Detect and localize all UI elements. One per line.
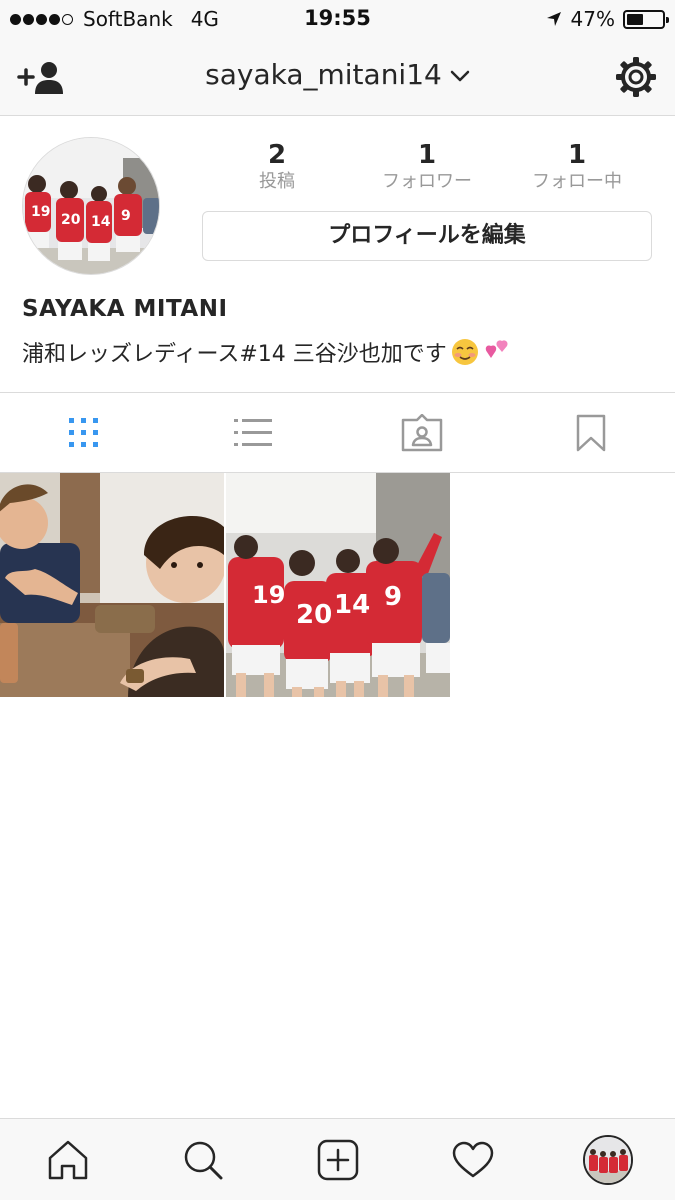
status-right: 47% [545, 7, 669, 31]
battery-icon [623, 9, 669, 29]
tab-home[interactable] [0, 1119, 135, 1200]
following-count: 1 [567, 140, 587, 170]
svg-text:20: 20 [61, 212, 81, 228]
new-post-icon [317, 1139, 358, 1180]
post-thumbnail-1[interactable] [0, 473, 224, 697]
status-bar: SoftBank 4G 19:55 47% [0, 0, 675, 40]
two-hearts-emoji-icon [485, 340, 508, 358]
profile-avatar[interactable]: 19 20 14 9 [22, 137, 160, 275]
display-name: SAYAKA MITANI [22, 296, 228, 322]
tab-grid[interactable] [0, 393, 169, 472]
tab-saved[interactable] [506, 393, 675, 472]
profile-avatar-small [582, 1134, 633, 1185]
tab-search[interactable] [135, 1119, 270, 1200]
tab-profile[interactable] [540, 1119, 675, 1200]
following-stat[interactable]: 1 フォロー中 [502, 140, 652, 200]
grid-icon [69, 417, 99, 447]
home-icon [48, 1140, 87, 1179]
selfie-photo [0, 473, 224, 697]
smiling-face-emoji-icon [451, 339, 478, 365]
bio: 浦和レッズレディース#14 三谷沙也加です [22, 336, 511, 368]
svg-text:19: 19 [31, 204, 50, 220]
edit-profile-button[interactable]: プロフィールを編集 [202, 211, 652, 261]
followers-label: フォロワー [382, 171, 472, 192]
tab-activity[interactable] [405, 1119, 540, 1200]
tagged-photos-icon [401, 413, 443, 451]
post-thumbnail-2[interactable]: 19 20 14 9 [226, 473, 450, 697]
heart-icon [452, 1141, 493, 1177]
profile-nav-bar: sayaka_mitani14 [0, 40, 675, 116]
team-photo: 19 20 14 9 [226, 473, 450, 697]
bottom-tab-bar [0, 1118, 675, 1200]
location-arrow-icon [546, 12, 561, 26]
tab-new-post[interactable] [270, 1119, 405, 1200]
posts-count: 2 [267, 140, 287, 170]
following-label: フォロー中 [532, 171, 622, 192]
svg-text:9: 9 [384, 582, 402, 612]
bookmark-icon [576, 414, 605, 451]
profile-stats: 2 投稿 1 フォロワー 1 フォロー中 [202, 140, 652, 200]
tab-list[interactable] [169, 393, 338, 472]
search-icon [184, 1141, 222, 1179]
battery-percent: 47% [570, 7, 615, 31]
bio-text: 浦和レッズレディース#14 三谷沙也加です [22, 342, 447, 367]
avatar-photo: 19 20 14 9 [23, 138, 159, 274]
posts-stat: 2 投稿 [202, 140, 352, 200]
username-switcher[interactable]: sayaka_mitani14 [0, 58, 675, 91]
svg-text:19: 19 [252, 581, 285, 609]
svg-text:14: 14 [91, 214, 111, 230]
posts-label: 投稿 [259, 171, 295, 192]
posts-grid: 19 20 14 9 [0, 473, 675, 697]
svg-text:14: 14 [334, 590, 370, 620]
profile-view-tabs [0, 392, 675, 473]
chevron-down-icon [450, 70, 470, 82]
svg-text:20: 20 [296, 600, 332, 630]
username-title: sayaka_mitani14 [205, 58, 442, 91]
settings-gear-icon[interactable] [615, 56, 657, 98]
followers-count: 1 [417, 140, 437, 170]
svg-text:9: 9 [121, 208, 131, 224]
list-icon [234, 418, 273, 446]
battery-fill [627, 13, 643, 25]
followers-stat[interactable]: 1 フォロワー [352, 140, 502, 200]
tab-tagged[interactable] [338, 393, 507, 472]
